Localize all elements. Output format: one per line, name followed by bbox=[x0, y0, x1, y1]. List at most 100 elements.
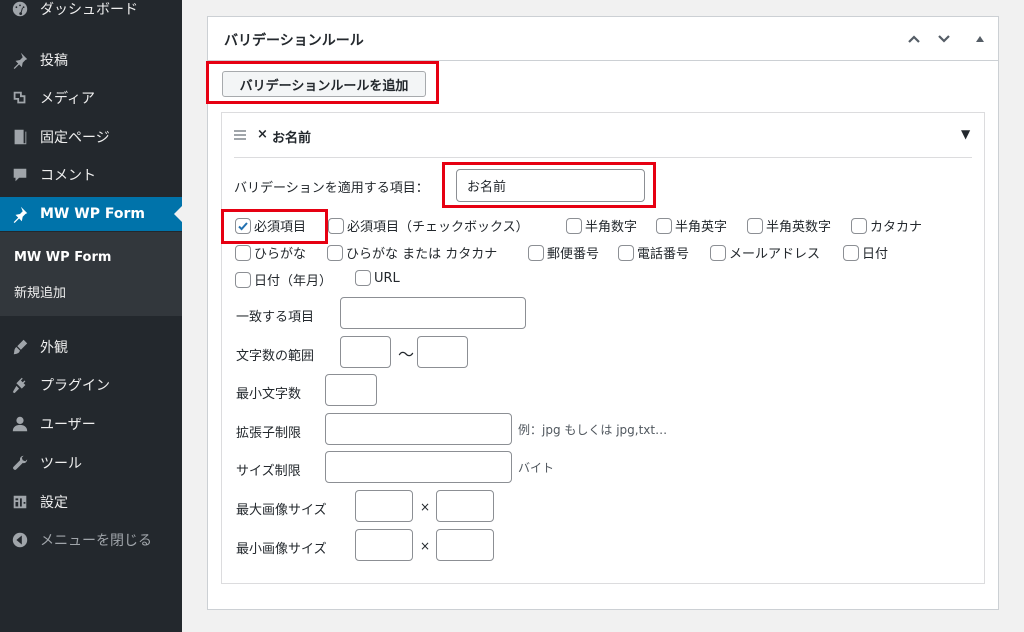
checkbox-checked[interactable] bbox=[235, 217, 251, 234]
menu-item-plugins[interactable]: プラグイン bbox=[0, 368, 182, 402]
wrench-icon bbox=[10, 453, 30, 473]
checkbox-label: 郵便番号 bbox=[547, 247, 600, 262]
validation-checkbox[interactable]: カタカナ bbox=[851, 216, 922, 235]
validation-checkbox[interactable]: 必須項目（チェックボックス） bbox=[328, 216, 529, 235]
validation-checkbox[interactable]: URL bbox=[355, 270, 400, 286]
checkbox-label: 必須項目（チェックボックス） bbox=[347, 220, 529, 235]
checkbox-label: カタカナ bbox=[870, 220, 923, 235]
dashboard-icon bbox=[10, 0, 30, 19]
checkbox-unchecked[interactable] bbox=[235, 244, 251, 261]
validation-checkbox[interactable]: 日付（年月） bbox=[235, 270, 332, 289]
validation-checkbox[interactable]: ひらがな bbox=[235, 243, 306, 262]
checkbox-unchecked[interactable] bbox=[327, 244, 343, 261]
settings-icon bbox=[10, 492, 30, 512]
extension-input[interactable] bbox=[325, 413, 512, 445]
plug-icon bbox=[10, 375, 30, 395]
menu-label: 外観 bbox=[40, 340, 68, 356]
checkbox-unchecked[interactable] bbox=[656, 217, 672, 234]
menu-label: ツール bbox=[40, 456, 82, 472]
times-sign: × bbox=[420, 539, 431, 553]
validation-checkbox[interactable]: 半角英字 bbox=[656, 216, 727, 235]
menu-item-appearance[interactable]: 外観 bbox=[0, 330, 182, 364]
max-image-size-label: 最大画像サイズ bbox=[236, 503, 327, 518]
checkbox-unchecked[interactable] bbox=[747, 217, 763, 234]
menu-item-users[interactable]: ユーザー bbox=[0, 407, 182, 441]
user-icon bbox=[10, 414, 30, 434]
media-icon bbox=[10, 88, 30, 108]
divider bbox=[234, 157, 972, 158]
target-field-input[interactable]: お名前 bbox=[456, 169, 645, 202]
checkbox-label: メールアドレス bbox=[729, 247, 821, 262]
checkbox-unchecked[interactable] bbox=[355, 270, 371, 286]
validation-checkbox[interactable]: 半角数字 bbox=[566, 216, 637, 235]
max-image-width-input[interactable] bbox=[355, 490, 413, 522]
remove-rule-button[interactable]: × bbox=[257, 127, 268, 142]
extension-label: 拡張子制限 bbox=[236, 426, 302, 441]
checkbox-unchecked[interactable] bbox=[528, 244, 544, 261]
submenu-item-add-new[interactable]: 新規追加 bbox=[14, 282, 66, 301]
brush-icon bbox=[10, 337, 30, 357]
validation-checkbox[interactable]: 電話番号 bbox=[618, 243, 689, 262]
collapse-icon bbox=[10, 530, 30, 550]
min-image-height-input[interactable] bbox=[436, 529, 494, 561]
validation-checkbox[interactable]: 半角英数字 bbox=[747, 216, 831, 235]
checkbox-label: 必須項目 bbox=[254, 220, 307, 235]
menu-label: メニューを閉じる bbox=[40, 533, 152, 549]
menu-item-posts[interactable]: 投稿 bbox=[0, 43, 182, 77]
move-up-button[interactable] bbox=[904, 29, 924, 49]
length-min-input[interactable] bbox=[340, 336, 391, 368]
toggle-panel-button[interactable] bbox=[970, 29, 990, 49]
admin-sidebar: ダッシュボード 投稿 メディア 固定ページ コメント MW WP Form MW… bbox=[0, 0, 182, 632]
menu-label: MW WP Form bbox=[40, 206, 145, 222]
menu-item-pages[interactable]: 固定ページ bbox=[0, 120, 182, 154]
collapse-menu-button[interactable]: メニューを閉じる bbox=[0, 523, 182, 557]
checkbox-label: ひらがな bbox=[254, 247, 307, 262]
checkbox-unchecked[interactable] bbox=[235, 271, 251, 288]
checkbox-label: 半角英字 bbox=[675, 220, 728, 235]
checkbox-label: 電話番号 bbox=[637, 247, 690, 262]
postbox-title: バリデーションルール bbox=[224, 33, 364, 49]
rule-name: お名前 bbox=[272, 131, 312, 146]
checkbox-unchecked[interactable] bbox=[566, 217, 582, 234]
chevron-up-icon bbox=[908, 35, 920, 43]
validation-checkbox[interactable]: ひらがな または カタカナ bbox=[327, 243, 497, 262]
add-validation-rule-button[interactable]: バリデーションルールを追加 bbox=[222, 71, 426, 97]
comment-icon bbox=[10, 165, 30, 185]
menu-label: 投稿 bbox=[40, 53, 68, 69]
checkbox-label: 半角英数字 bbox=[766, 220, 832, 235]
length-max-input[interactable] bbox=[417, 336, 468, 368]
triangle-up-icon bbox=[976, 36, 984, 42]
menu-item-settings[interactable]: 設定 bbox=[0, 485, 182, 519]
min-image-width-input[interactable] bbox=[355, 529, 413, 561]
target-field-label: バリデーションを適用する項目： bbox=[234, 181, 429, 196]
postbox-header: バリデーションルール bbox=[208, 17, 998, 61]
min-length-input[interactable] bbox=[325, 374, 377, 406]
checkbox-unchecked[interactable] bbox=[710, 244, 726, 261]
checkbox-unchecked[interactable] bbox=[843, 244, 859, 261]
drag-handle-icon[interactable] bbox=[234, 130, 246, 142]
checkbox-label: 日付 bbox=[862, 247, 889, 262]
validation-checkbox[interactable]: 郵便番号 bbox=[528, 243, 599, 262]
menu-item-tools[interactable]: ツール bbox=[0, 446, 182, 480]
menu-item-media[interactable]: メディア bbox=[0, 81, 182, 115]
menu-item-mw-wp-form[interactable]: MW WP Form bbox=[0, 197, 182, 231]
submenu-item-mw-wp-form[interactable]: MW WP Form bbox=[14, 250, 111, 265]
checkbox-unchecked[interactable] bbox=[618, 244, 634, 261]
max-image-height-input[interactable] bbox=[436, 490, 494, 522]
validation-checkbox[interactable]: 日付 bbox=[843, 243, 888, 262]
rule-toggle-button[interactable]: ▼ bbox=[961, 127, 970, 141]
move-down-button[interactable] bbox=[934, 29, 954, 49]
menu-item-dashboard[interactable]: ダッシュボード bbox=[0, 0, 182, 26]
range-separator: 〜 bbox=[398, 345, 415, 364]
menu-item-comments[interactable]: コメント bbox=[0, 158, 182, 192]
size-unit: バイト bbox=[518, 461, 555, 475]
validation-checkbox[interactable]: メールアドレス bbox=[710, 243, 820, 262]
match-field-input[interactable] bbox=[340, 297, 526, 329]
size-limit-input[interactable] bbox=[325, 451, 512, 483]
validation-checkbox[interactable]: 必須項目 bbox=[235, 216, 306, 235]
size-limit-label: サイズ制限 bbox=[236, 464, 301, 479]
checkbox-unchecked[interactable] bbox=[851, 217, 867, 234]
menu-label: ダッシュボード bbox=[40, 2, 138, 18]
checkbox-unchecked[interactable] bbox=[328, 217, 344, 234]
match-field-label: 一致する項目 bbox=[236, 310, 315, 325]
